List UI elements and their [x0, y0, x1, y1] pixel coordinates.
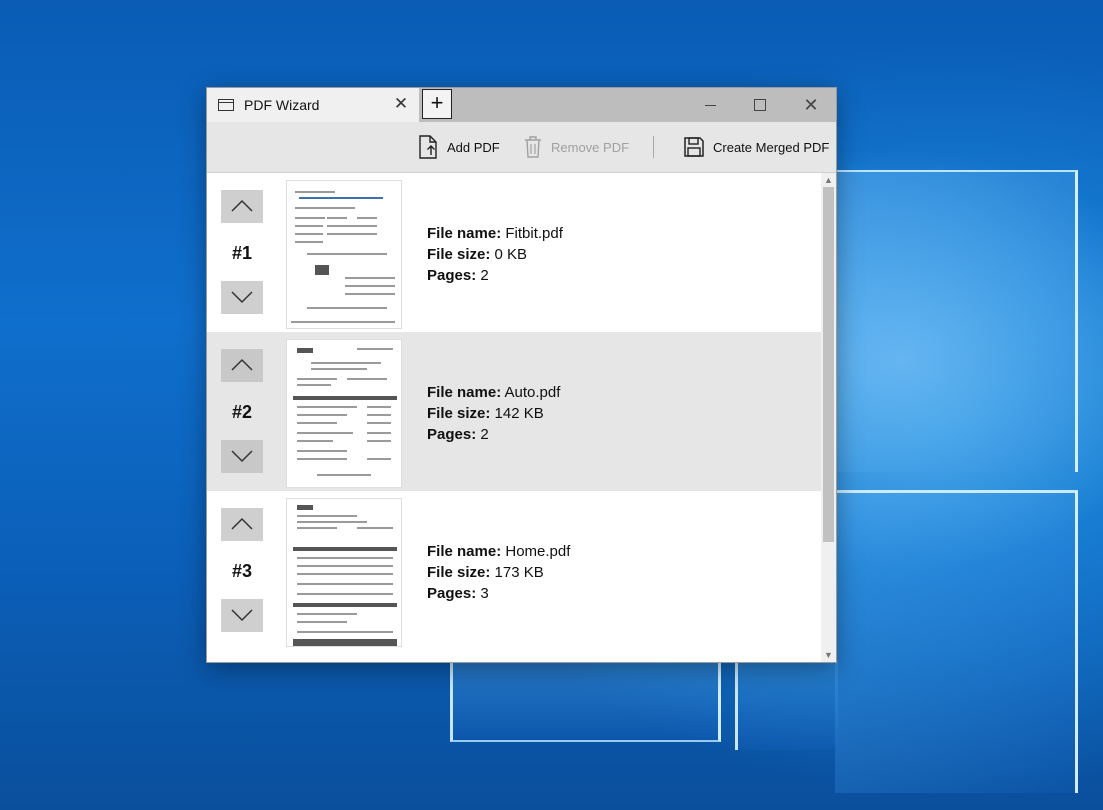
wallpaper-pane [835, 170, 1078, 472]
item-number: #3 [231, 561, 253, 581]
add-pdf-button[interactable]: Add PDF [417, 122, 500, 172]
chevron-down-icon [231, 291, 253, 304]
create-merged-pdf-label: Create Merged PDF [713, 139, 830, 155]
list-item[interactable]: #3 File name: Home.pdf File size: 173 KB… [207, 491, 821, 650]
tab-pdf-wizard[interactable]: PDF Wizard ✕ [207, 88, 419, 122]
list-item[interactable]: #2 File name: Auto.pdf File size: 142 KB… [207, 332, 821, 491]
maximize-icon [754, 99, 766, 112]
pdf-thumbnail [286, 339, 402, 488]
chevron-up-icon [231, 358, 253, 371]
file-info: File name: Auto.pdf File size: 142 KB Pa… [427, 382, 560, 445]
toolbar-separator [653, 136, 654, 158]
file-size-value: 0 KB [494, 246, 528, 263]
move-up-button[interactable] [221, 190, 263, 223]
file-name-value: Fitbit.pdf [505, 225, 563, 242]
move-down-button[interactable] [221, 599, 263, 632]
scroll-down-arrow-icon[interactable]: ▼ [821, 648, 836, 662]
list-item[interactable]: #1 File name: Fitbit.pdf File size: 0 KB… [207, 173, 821, 332]
file-info: File name: Fitbit.pdf File size: 0 KB Pa… [427, 223, 563, 286]
toolbar: Add PDF Remove PDF Create Merged PDF [207, 122, 836, 173]
chevron-down-icon [231, 450, 253, 463]
close-button[interactable]: ✕ [788, 88, 834, 122]
move-up-button[interactable] [221, 508, 263, 541]
tab-title: PDF Wizard [244, 97, 320, 113]
title-bar[interactable]: PDF Wizard ✕ + ✕ [207, 88, 836, 122]
file-name-value: Home.pdf [505, 543, 571, 560]
file-name-value: Auto.pdf [504, 384, 561, 401]
vertical-scrollbar[interactable]: ▲ ▼ [821, 173, 836, 662]
file-size-value: 142 KB [494, 405, 544, 422]
chevron-up-icon [231, 199, 253, 212]
remove-pdf-label: Remove PDF [551, 139, 630, 155]
file-size-label: File size: [427, 564, 491, 581]
add-pdf-label: Add PDF [447, 139, 500, 155]
new-tab-button[interactable]: + [422, 89, 452, 119]
pdf-list: #1 File name: Fitbit.pdf File size: 0 KB… [207, 173, 821, 662]
file-name-label: File name: [427, 225, 502, 242]
create-merged-pdf-button[interactable]: Create Merged PDF [683, 122, 829, 172]
item-number: #2 [231, 402, 253, 422]
file-size-label: File size: [427, 405, 491, 422]
minimize-icon [704, 104, 716, 106]
file-name-label: File name: [427, 543, 502, 560]
item-number: #1 [231, 243, 253, 263]
file-name-label: File name: [427, 384, 502, 401]
window-icon [218, 99, 234, 111]
pages-label: Pages: [427, 585, 477, 602]
pages-label: Pages: [427, 267, 477, 284]
wallpaper-pane [735, 660, 838, 750]
chevron-up-icon [231, 517, 253, 530]
chevron-down-icon [231, 609, 253, 622]
file-info: File name: Home.pdf File size: 173 KB Pa… [427, 541, 570, 604]
file-size-label: File size: [427, 246, 491, 263]
pages-value: 3 [480, 585, 489, 602]
trash-icon [525, 136, 541, 158]
tab-close-icon[interactable]: ✕ [393, 95, 409, 112]
pdf-thumbnail [286, 498, 402, 647]
add-file-icon [419, 135, 437, 159]
app-window: PDF Wizard ✕ + ✕ Add PDF Remove PDF Crea… [206, 87, 837, 663]
pdf-thumbnail [286, 180, 402, 329]
minimize-button[interactable] [687, 88, 733, 122]
wallpaper-pane [450, 660, 721, 742]
move-down-button[interactable] [221, 281, 263, 314]
pages-value: 2 [480, 426, 489, 443]
pages-label: Pages: [427, 426, 477, 443]
wallpaper-pane [835, 490, 1078, 793]
pages-value: 2 [480, 267, 489, 284]
move-down-button[interactable] [221, 440, 263, 473]
file-size-value: 173 KB [494, 564, 544, 581]
save-icon [684, 137, 704, 157]
scrollbar-thumb[interactable] [823, 187, 834, 542]
maximize-button[interactable] [737, 88, 783, 122]
move-up-button[interactable] [221, 349, 263, 382]
scroll-up-arrow-icon[interactable]: ▲ [821, 173, 836, 187]
remove-pdf-button[interactable]: Remove PDF [523, 122, 629, 172]
